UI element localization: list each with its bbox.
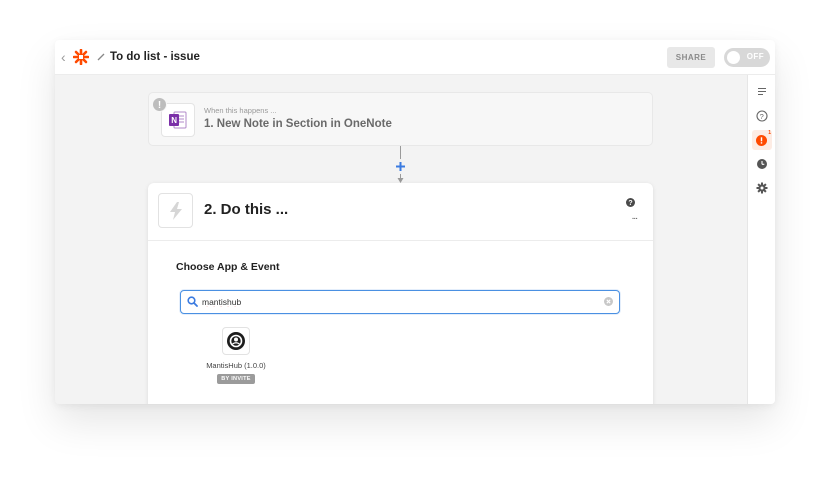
onenote-app-icon: N xyxy=(161,103,195,137)
action-step-card: 2. Do this ... ? ... Choose App & Event xyxy=(148,183,653,404)
by-invite-badge: BY INVITE xyxy=(217,374,255,384)
workflow-canvas: N ! When this happens ... 1. New Note in… xyxy=(55,75,747,404)
toggle-label: OFF xyxy=(746,52,764,61)
outline-icon[interactable] xyxy=(753,82,771,100)
toggle-knob xyxy=(727,51,740,64)
more-options-icon[interactable]: ... xyxy=(632,211,638,222)
right-sidebar: ? 1 xyxy=(747,75,775,404)
svg-text:?: ? xyxy=(760,112,764,121)
search-input[interactable] xyxy=(202,294,582,310)
share-button[interactable]: SHARE xyxy=(667,47,715,68)
history-icon[interactable] xyxy=(753,155,771,173)
action-step-header[interactable]: 2. Do this ... ? ... xyxy=(148,183,653,241)
app-result-name: MantisHub (1.0.0) xyxy=(206,361,266,370)
step-warning-icon: ! xyxy=(152,97,167,112)
settings-icon[interactable] xyxy=(753,179,771,197)
trigger-title: 1. New Note in Section in OneNote xyxy=(204,118,392,130)
app-result-mantishub[interactable]: MantisHub (1.0.0) BY INVITE xyxy=(198,327,274,387)
choose-app-heading: Choose App & Event xyxy=(176,261,280,273)
mantishub-logo-icon xyxy=(222,327,250,355)
search-icon xyxy=(187,296,198,307)
action-step-title: 2. Do this ... xyxy=(204,201,289,218)
help-icon[interactable]: ? xyxy=(753,107,771,125)
zapier-logo-icon[interactable] xyxy=(73,49,89,65)
zap-on-off-toggle[interactable]: OFF xyxy=(724,48,770,67)
svg-text:N: N xyxy=(171,116,177,125)
svg-text:?: ? xyxy=(628,200,632,207)
edit-pencil-icon[interactable] xyxy=(97,53,105,61)
top-bar: ‹ To do list - issue SHARE OFF xyxy=(55,40,775,75)
trigger-caption: When this happens ... xyxy=(204,106,277,115)
add-step-plus-icon[interactable] xyxy=(393,159,408,174)
trigger-step-card[interactable]: N ! When this happens ... 1. New Note in… xyxy=(148,92,653,146)
back-chevron-icon[interactable]: ‹ xyxy=(61,50,71,64)
editor-window: ‹ To do list - issue SHARE OFF N ! When … xyxy=(55,40,775,404)
alert-count-badge: 1 xyxy=(768,130,771,136)
clear-search-icon[interactable] xyxy=(604,297,613,306)
alert-icon[interactable]: 1 xyxy=(752,130,772,150)
zap-title[interactable]: To do list - issue xyxy=(110,51,200,63)
app-search-field[interactable] xyxy=(180,290,620,314)
help-circle-icon[interactable]: ? xyxy=(626,198,635,207)
lightning-bolt-icon xyxy=(158,193,193,228)
